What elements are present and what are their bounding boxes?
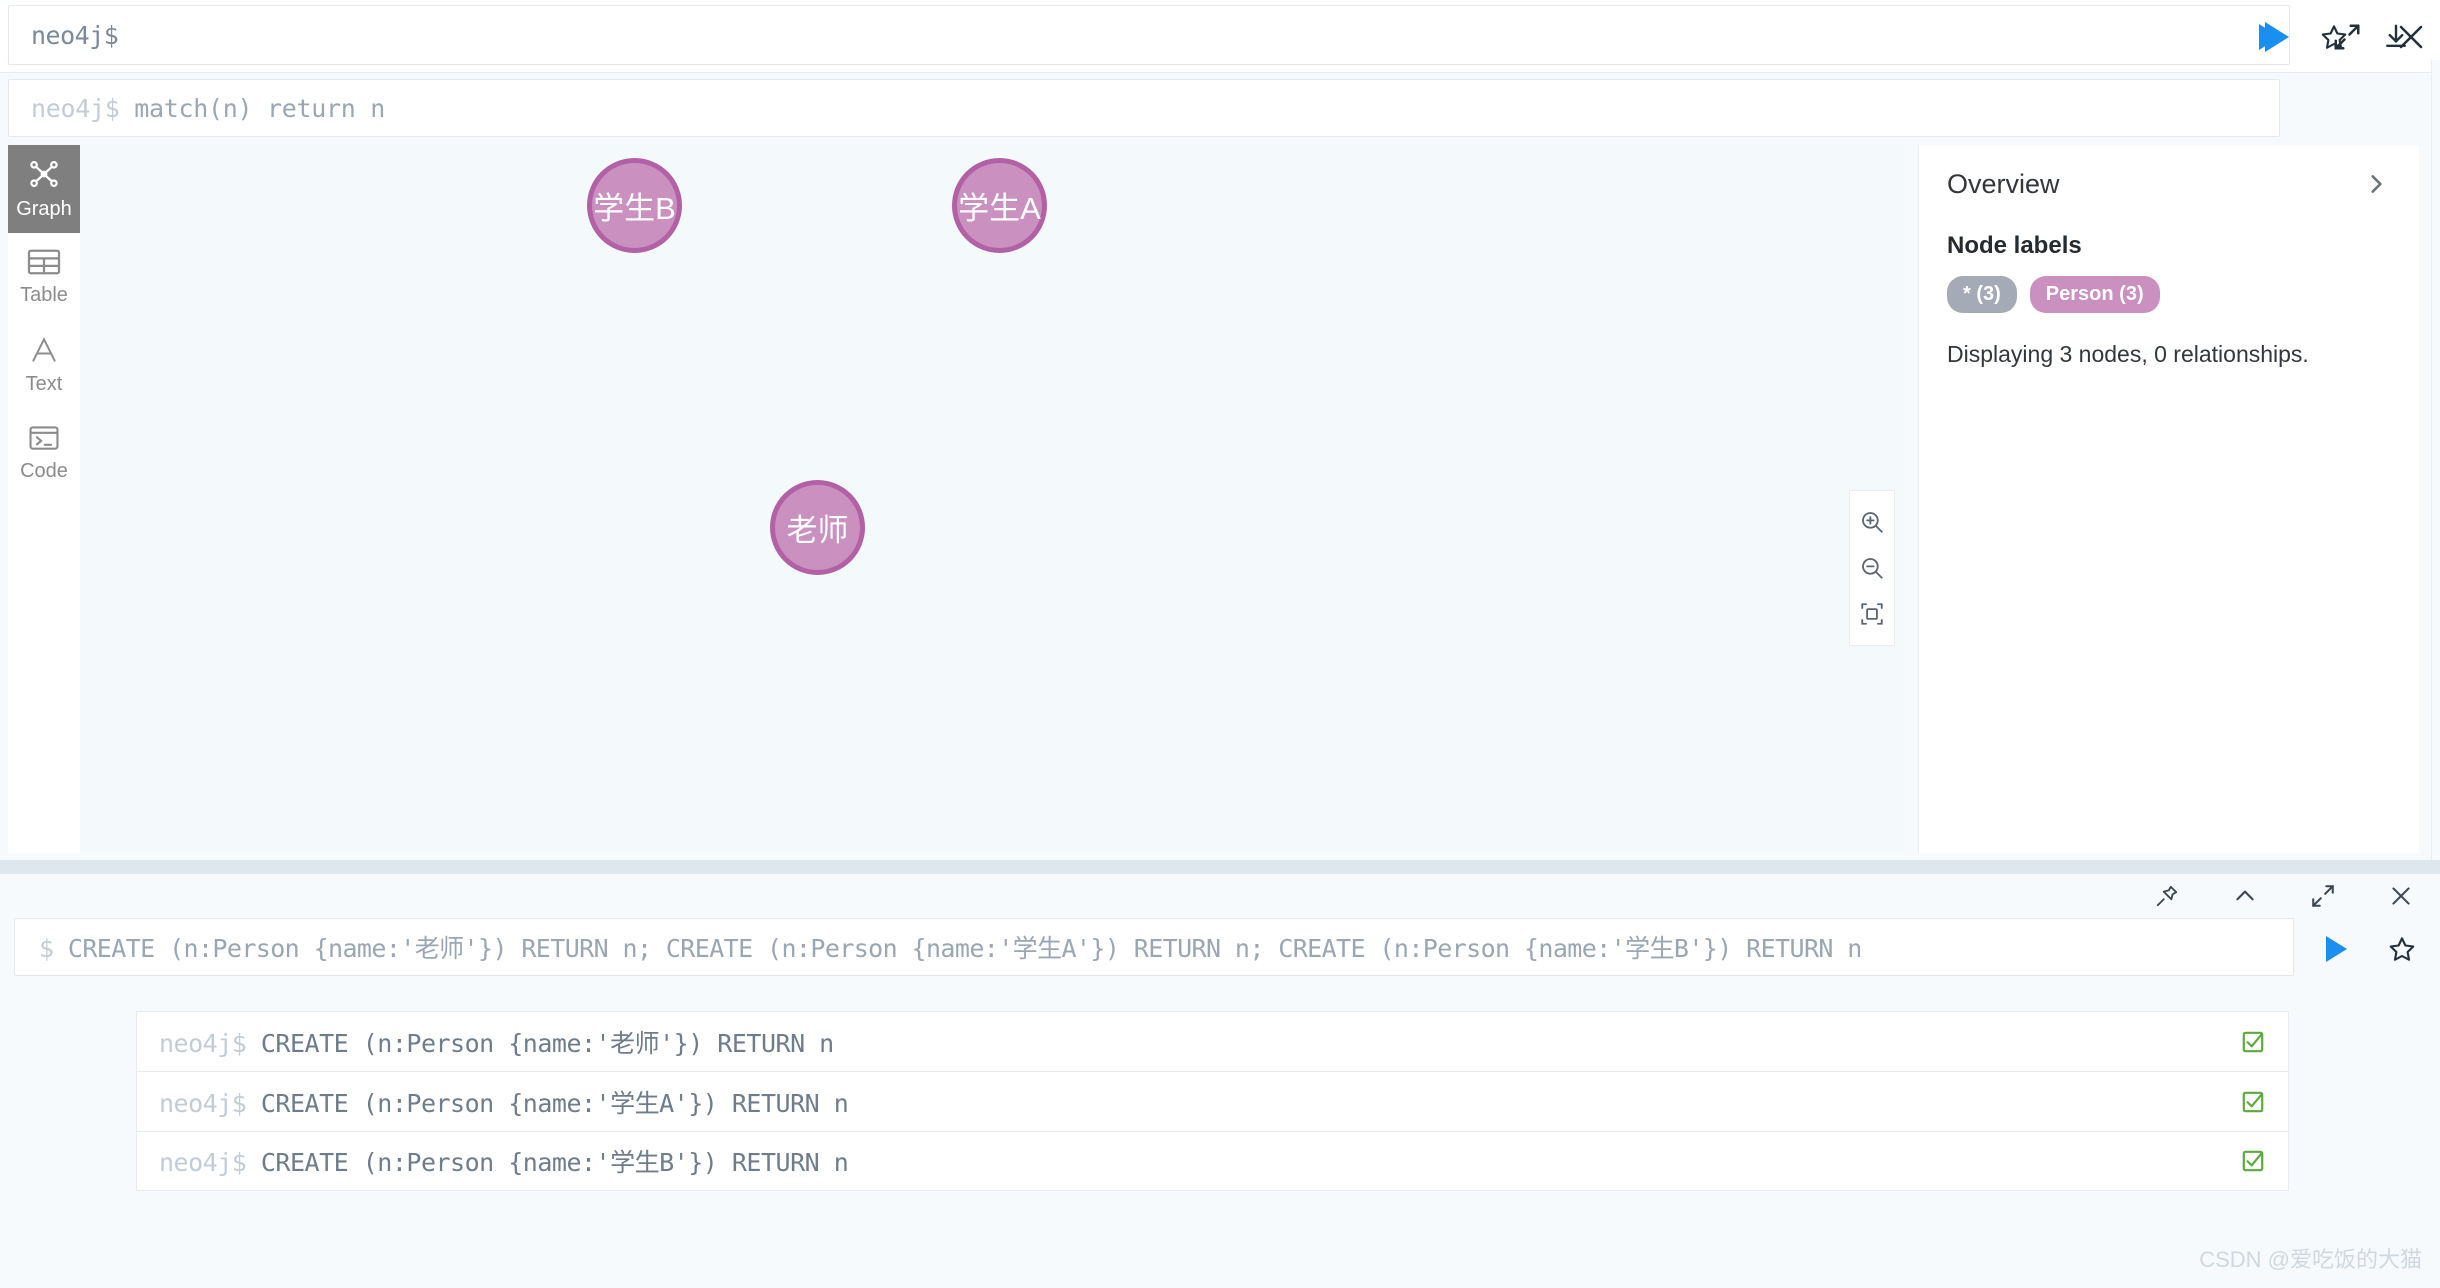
sidebar-item-text-label: Text (25, 373, 63, 395)
graph-node-caption: 学生A (958, 191, 1041, 226)
pin-editor-button[interactable] (2152, 881, 2182, 911)
node-labels-heading: Node labels (1947, 232, 2082, 259)
overview-summary: Displaying 3 nodes, 0 relationships. (1947, 341, 2309, 367)
history-statement: CREATE (n:Person {name:'学生B'}) RETURN n (260, 1148, 849, 1177)
download-query-button[interactable] (2379, 20, 2413, 54)
pin-icon (2156, 885, 2178, 907)
graph-node[interactable]: 学生B (587, 158, 682, 253)
graph-zoom-controls (1849, 490, 1895, 646)
expand-editor-frame-button[interactable] (2308, 881, 2338, 911)
query-row: neo4j$ match(n) return n (0, 73, 2440, 145)
history-row[interactable]: neo4j$ CREATE (n:Person {name:'老师'}) RET… (136, 1011, 2289, 1071)
sidebar-item-code[interactable]: Code (8, 409, 80, 497)
run-editor-button[interactable] (2322, 935, 2350, 963)
chevron-right-icon (2371, 175, 2382, 193)
check-square-icon (2242, 1091, 2264, 1112)
favorite-query-button[interactable] (2317, 20, 2351, 54)
graph-node[interactable]: 老师 (770, 480, 865, 575)
history-row[interactable]: neo4j$ CREATE (n:Person {name:'学生A'}) RE… (136, 1071, 2289, 1131)
history-row[interactable]: neo4j$ CREATE (n:Person {name:'学生B'}) RE… (136, 1131, 2289, 1191)
history-row-text: neo4j$ CREATE (n:Person {name:'老师'}) RET… (159, 1024, 834, 1060)
main-editor-row: neo4j$ (0, 0, 2440, 73)
history-prompt: neo4j$ (159, 1028, 247, 1058)
watermark: CSDN @爱吃饭的大猫 (2199, 1247, 2422, 1272)
sidebar-item-code-label: Code (20, 460, 68, 482)
main-editor-input[interactable]: neo4j$ (8, 5, 2290, 65)
cypher-editor-text: $ CREATE (n:Person {name:'老师'}) RETURN n… (39, 929, 1862, 965)
node-label-chips: * (3) Person (3) (1919, 260, 2419, 313)
zoom-in-button[interactable] (1849, 499, 1895, 545)
play-icon (2325, 936, 2347, 962)
sidebar-item-graph[interactable]: Graph (8, 145, 80, 233)
result-frame: neo4j$ neo4j$ match(n) return n Graph Ta… (0, 0, 2440, 860)
sidebar-item-table-label: Table (20, 284, 68, 306)
collapse-editor-button[interactable] (2230, 881, 2260, 911)
code-icon (29, 426, 59, 450)
fit-to-screen-button[interactable] (1849, 591, 1895, 637)
check-square-icon (2242, 1150, 2264, 1172)
node-label-chip-any[interactable]: * (3) (1947, 276, 2017, 313)
zoom-in-icon (1862, 512, 1883, 533)
play-icon (2258, 24, 2280, 50)
overview-panel: Overview Node labels * (3) Person (3) Di… (1919, 145, 2419, 853)
sidebar-item-table[interactable]: Table (8, 233, 80, 321)
overview-title: Overview (1947, 169, 2060, 199)
graph-node-caption: 学生B (593, 191, 676, 226)
status-badge (2240, 1089, 2266, 1115)
star-icon (2321, 25, 2347, 49)
history-statement: CREATE (n:Person {name:'老师'}) RETURN n (260, 1028, 834, 1058)
frame-separator (0, 860, 2440, 874)
query-prompt: neo4j$ (31, 93, 120, 123)
result-body: Graph Table Text Code 学生B 学生A 老师 Overvie… (8, 145, 2432, 853)
graph-icon (30, 160, 58, 188)
node-label-chip-person[interactable]: Person (3) (2029, 276, 2160, 313)
history-statement: CREATE (n:Person {name:'学生A'}) RETURN n (260, 1088, 849, 1118)
view-mode-sidebar: Graph Table Text Code (8, 145, 81, 853)
graph-node-caption: 老师 (786, 513, 849, 548)
graph-canvas[interactable]: 学生B 学生A 老师 (80, 145, 1905, 853)
right-scroll-edge[interactable] (2431, 60, 2440, 860)
cypher-editor-input[interactable]: $ CREATE (n:Person {name:'老师'}) RETURN n… (14, 918, 2294, 976)
check-square-icon (2242, 1031, 2264, 1052)
table-icon (27, 249, 61, 275)
chevron-up-icon (2236, 890, 2254, 901)
executed-query-display[interactable]: neo4j$ match(n) return n (8, 79, 2280, 137)
editor-prompt: $ (39, 934, 54, 963)
history-prompt: neo4j$ (159, 1148, 247, 1177)
favorite-editor-button[interactable] (2385, 932, 2419, 966)
fit-to-screen-icon (1861, 603, 1883, 625)
expand-icon (2312, 885, 2334, 907)
graph-node[interactable]: 学生A (952, 158, 1047, 253)
editor-frame-toolbar (2152, 874, 2426, 918)
download-icon (2386, 24, 2406, 47)
zoom-out-button[interactable] (1849, 545, 1895, 591)
zoom-out-icon (1862, 558, 1883, 579)
status-badge (2240, 1148, 2266, 1174)
history-prompt: neo4j$ (159, 1088, 247, 1118)
query-history-list: neo4j$ CREATE (n:Person {name:'老师'}) RET… (136, 1011, 2289, 1191)
editor-frame: $ CREATE (n:Person {name:'老师'}) RETURN n… (0, 874, 2440, 1288)
overview-header: Overview (1919, 145, 2419, 202)
history-row-text: neo4j$ CREATE (n:Person {name:'学生B'}) RE… (159, 1143, 849, 1179)
history-row-text: neo4j$ CREATE (n:Person {name:'学生A'}) RE… (159, 1084, 849, 1120)
close-icon (2392, 887, 2410, 905)
collapse-overview-button[interactable] (2363, 171, 2389, 202)
status-badge (2240, 1029, 2266, 1055)
editor-statement: CREATE (n:Person {name:'老师'}) RETURN n; … (67, 934, 1862, 963)
sidebar-item-graph-label: Graph (16, 198, 72, 220)
star-icon (2389, 937, 2415, 961)
rerun-query-button[interactable] (2255, 23, 2283, 51)
text-icon (32, 337, 56, 362)
query-statement: match(n) return n (134, 93, 386, 123)
main-editor-prompt: neo4j$ (31, 20, 119, 50)
sidebar-item-text[interactable]: Text (8, 321, 80, 409)
executed-query-text: neo4j$ match(n) return n (31, 94, 385, 123)
close-editor-button[interactable] (2386, 881, 2416, 911)
